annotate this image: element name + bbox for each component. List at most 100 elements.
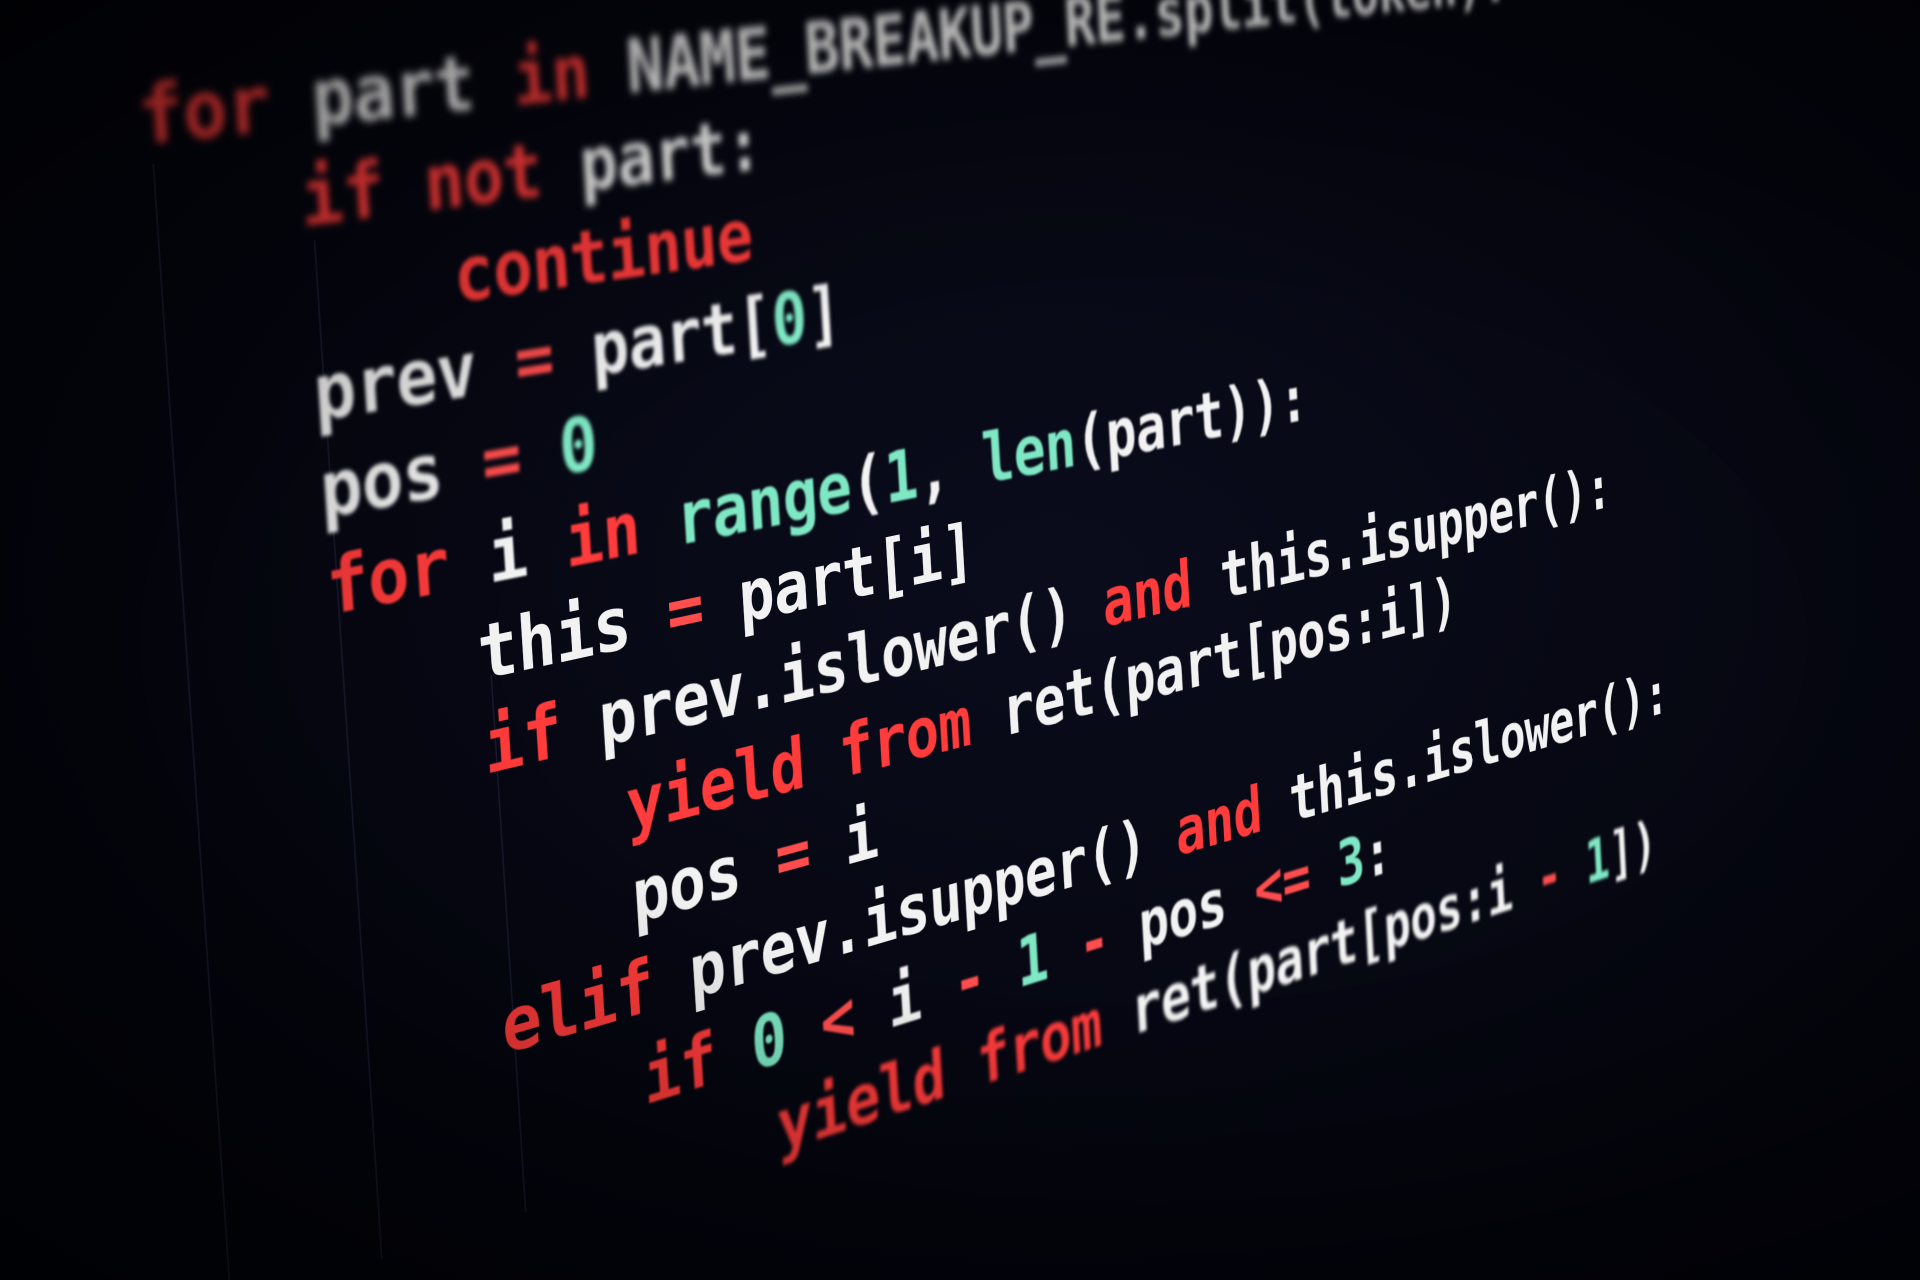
code-token: pos bbox=[1382, 869, 1464, 966]
code-token bbox=[738, 818, 778, 911]
code-token bbox=[802, 713, 841, 804]
code-token: - bbox=[1076, 897, 1111, 984]
code-token bbox=[524, 498, 568, 593]
code-token: . bbox=[1123, 0, 1157, 56]
code-line: for part in NAME_BREAKUP_RE.split(token)… bbox=[135, 0, 1509, 165]
code-token: = bbox=[512, 312, 556, 406]
code-token bbox=[446, 512, 491, 609]
code-token bbox=[539, 122, 583, 214]
code-token: . bbox=[827, 883, 866, 975]
code-token: i bbox=[485, 505, 529, 601]
code-token: () bbox=[1008, 572, 1075, 665]
code-token: [ bbox=[1355, 893, 1386, 974]
code-token: i bbox=[906, 515, 943, 603]
code-token: : bbox=[1350, 582, 1381, 662]
code-token: ]) bbox=[1607, 807, 1657, 890]
code-token: ret bbox=[1000, 651, 1097, 753]
code-token: [ bbox=[734, 280, 774, 370]
code-token: 0 bbox=[556, 399, 599, 493]
code-token: (): bbox=[1536, 451, 1612, 537]
code-token bbox=[1144, 795, 1178, 880]
code-token: in bbox=[562, 484, 642, 585]
code-token: if bbox=[481, 686, 564, 792]
code-token: , bbox=[915, 420, 984, 513]
code-token bbox=[471, 34, 516, 127]
code-token: token bbox=[1322, 0, 1458, 34]
code-token: . bbox=[1395, 726, 1425, 806]
code-token: part bbox=[577, 105, 729, 209]
code-token: ] bbox=[939, 508, 976, 595]
code-token: - bbox=[1535, 837, 1563, 915]
code-token bbox=[1308, 829, 1339, 911]
code-token bbox=[1224, 854, 1256, 938]
editor-screen: for part in NAME_BREAKUP_RE.split(token)… bbox=[39, 0, 1442, 1264]
code-token bbox=[473, 318, 518, 413]
code-token: i bbox=[1485, 853, 1514, 932]
code-token: i bbox=[1376, 575, 1406, 654]
code-token: NAME_BREAKUP_RE bbox=[624, 0, 1127, 111]
code-token: 1 bbox=[882, 432, 920, 520]
code-token: 3 bbox=[1335, 821, 1366, 902]
code-token: if bbox=[298, 143, 387, 244]
code-token: [ bbox=[1239, 608, 1271, 690]
code-token: <= bbox=[1252, 837, 1312, 928]
code-token: ( bbox=[848, 439, 886, 527]
code-token: 0 bbox=[749, 994, 789, 1088]
code-token: ( bbox=[1295, 0, 1326, 37]
code-token: for bbox=[323, 520, 451, 634]
code-token: ]) bbox=[1403, 563, 1459, 648]
code-token: part bbox=[1104, 376, 1226, 476]
code-token bbox=[266, 53, 314, 150]
code-token: if bbox=[641, 1015, 719, 1122]
code-token: i bbox=[885, 954, 923, 1045]
code-photo: for part in NAME_BREAKUP_RE.split(token)… bbox=[0, 0, 1920, 1280]
code-token: i bbox=[842, 791, 880, 882]
code-token: pos bbox=[1267, 588, 1353, 683]
code-token bbox=[943, 1023, 980, 1113]
code-token bbox=[518, 405, 562, 499]
code-token bbox=[558, 678, 601, 773]
code-token bbox=[1259, 763, 1291, 846]
code-token: part bbox=[308, 38, 476, 145]
code-token bbox=[807, 800, 846, 891]
code-token: 0 bbox=[769, 275, 809, 364]
code-token bbox=[968, 673, 1004, 761]
code-token: () bbox=[1084, 804, 1148, 899]
code-token: = bbox=[479, 412, 524, 507]
code-token: . bbox=[741, 638, 781, 730]
code-token: : bbox=[1460, 861, 1489, 940]
code-token: for bbox=[135, 57, 272, 164]
code-token bbox=[627, 571, 669, 664]
code-token: part bbox=[588, 285, 739, 394]
code-token: elif bbox=[499, 942, 655, 1072]
code-token: not bbox=[421, 126, 544, 229]
code-token bbox=[1107, 889, 1141, 975]
code-token bbox=[1046, 907, 1081, 994]
code-token: ( bbox=[1073, 397, 1108, 481]
code-token: (): bbox=[1596, 657, 1670, 746]
code-token bbox=[380, 139, 426, 234]
code-token: split bbox=[1152, 0, 1299, 53]
code-token: : bbox=[1362, 813, 1392, 894]
code-token: islower bbox=[1422, 677, 1600, 798]
code-token: : bbox=[723, 102, 763, 191]
indent-guide bbox=[152, 164, 232, 1280]
code-token bbox=[852, 964, 890, 1056]
code-token: = bbox=[773, 809, 813, 901]
code-token: < bbox=[818, 974, 857, 1066]
code-token bbox=[1099, 974, 1133, 1061]
code-token bbox=[650, 932, 692, 1027]
code-token: 1 bbox=[1584, 822, 1611, 899]
code-token: pos bbox=[317, 425, 445, 537]
code-token: ] bbox=[804, 270, 843, 358]
code-token bbox=[550, 307, 593, 400]
code-token: [ bbox=[873, 521, 911, 609]
code-token bbox=[700, 556, 741, 648]
code-token bbox=[1070, 565, 1105, 650]
code-token bbox=[1510, 845, 1538, 923]
code-token: ): bbox=[1454, 0, 1508, 20]
code-token bbox=[637, 477, 679, 570]
code-token bbox=[713, 1004, 754, 1099]
code-token: ( bbox=[1217, 937, 1250, 1021]
code-token: 1 bbox=[1014, 916, 1050, 1004]
